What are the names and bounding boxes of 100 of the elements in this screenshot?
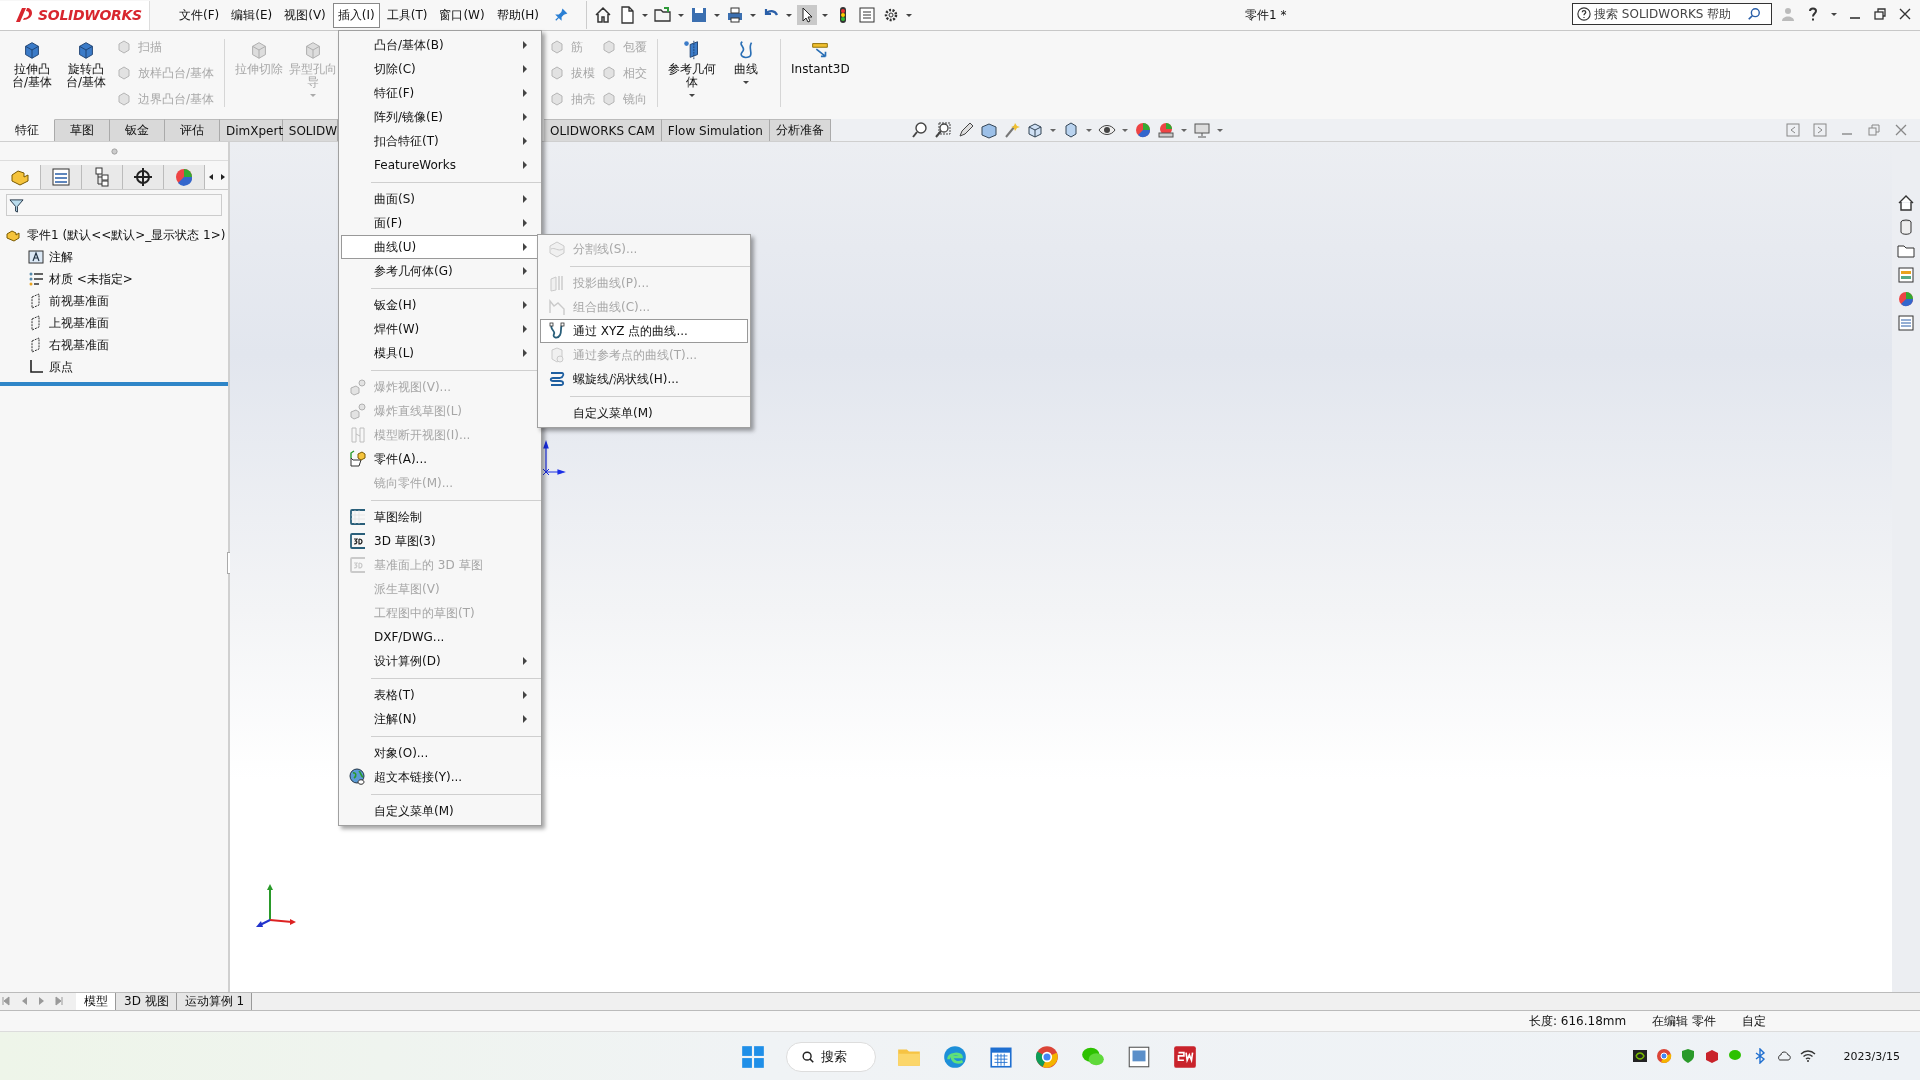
caret-icon[interactable] — [677, 11, 686, 19]
tab[interactable]: 3D 视图 — [116, 993, 177, 1010]
home-icon[interactable] — [1897, 194, 1915, 212]
menu-item[interactable]: 自定义菜单(M) — [341, 799, 539, 823]
tree-item[interactable]: 上视基准面 — [0, 312, 228, 334]
tab[interactable]: 运动算例 1 — [176, 993, 253, 1010]
folder-icon[interactable] — [1897, 242, 1915, 260]
appearance-icon[interactable] — [1897, 290, 1915, 308]
caret-icon[interactable] — [785, 11, 794, 19]
filter-field[interactable] — [6, 194, 222, 216]
menu-item[interactable]: 钣金(H) — [341, 293, 539, 317]
menu-item[interactable]: 草图绘制 — [341, 505, 539, 529]
zoom-area-icon[interactable] — [933, 121, 952, 139]
menu-item[interactable]: 特征(F) — [341, 81, 539, 105]
menu-item[interactable]: 模具(L) — [341, 341, 539, 365]
menu-item[interactable]: FeatureWorks — [341, 153, 539, 177]
menu-item[interactable]: 工具(T) — [381, 2, 433, 28]
menu-item[interactable]: 螺旋线/涡状线(H)... — [540, 367, 748, 391]
caret-icon[interactable] — [1048, 126, 1057, 134]
scene-icon[interactable] — [1156, 121, 1175, 139]
caret-icon[interactable] — [905, 11, 914, 19]
tab[interactable]: 钣金 — [110, 119, 165, 141]
menu-item[interactable]: 帮助(H) — [491, 2, 545, 28]
menu-item[interactable]: DXF/DWG... — [341, 625, 539, 649]
cylinder-icon[interactable] — [1897, 218, 1915, 236]
close-icon[interactable] — [1897, 6, 1913, 22]
restore-icon[interactable] — [1872, 6, 1888, 22]
menu-item[interactable]: 切除(C) — [341, 57, 539, 81]
menu-item[interactable]: 超文本链接(Y)... — [341, 765, 539, 789]
toolbar-button[interactable]: 拉伸凸台/基体 — [8, 39, 56, 89]
menu-item[interactable]: 文件(F) — [174, 2, 225, 28]
pointer-icon[interactable] — [797, 5, 818, 25]
toolbar-button[interactable]: 参考几何体 — [668, 39, 717, 99]
palette-icon[interactable] — [1897, 266, 1915, 284]
appearance-icon[interactable] — [164, 165, 205, 189]
toolbar-button[interactable]: Instant3D — [791, 39, 850, 76]
tab[interactable]: SOLIDW — [282, 119, 338, 141]
menu-item[interactable]: 零件(A)... — [341, 447, 539, 471]
menu-item[interactable]: 凸台/基体(B) — [341, 33, 539, 57]
tree-item[interactable]: 材质 <未指定> — [0, 268, 228, 290]
tree-item[interactable]: 注解 — [0, 246, 228, 268]
menu-item[interactable]: 面(F) — [341, 211, 539, 235]
tab[interactable]: Flow Simulation — [661, 119, 770, 141]
cube-icon[interactable] — [1025, 121, 1044, 139]
box-icon[interactable] — [1703, 1048, 1720, 1064]
menu-item[interactable]: 扣合特征(T) — [341, 129, 539, 153]
menu-item[interactable]: 曲面(S) — [341, 187, 539, 211]
window-icon[interactable] — [1126, 1044, 1152, 1070]
appearance-icon[interactable] — [1133, 121, 1152, 139]
menu-item[interactable]: 设计算例(D) — [341, 649, 539, 673]
menu-item[interactable]: 3D 草图(3) — [341, 529, 539, 553]
browser-icon[interactable] — [942, 1044, 968, 1070]
grip-icon[interactable] — [110, 147, 118, 155]
menu-item[interactable]: 对象(O)... — [341, 741, 539, 765]
pencil-icon[interactable] — [956, 121, 975, 139]
tab[interactable]: OLIDWORKS CAM — [544, 119, 662, 141]
tab[interactable]: 分析准备 — [769, 119, 831, 141]
tree-item[interactable]: 右视基准面 — [0, 334, 228, 356]
help-search-field[interactable]: 搜索 SOLIDWORKS 帮助 — [1572, 3, 1772, 25]
caret-icon[interactable] — [1830, 10, 1838, 18]
caret-icon[interactable] — [749, 11, 758, 19]
caret-icon[interactable] — [1215, 126, 1224, 134]
property-list-icon[interactable] — [41, 165, 82, 189]
tab[interactable]: 模型 — [76, 993, 116, 1010]
tab[interactable]: 草图 — [55, 119, 110, 141]
tile-right-icon[interactable] — [1813, 123, 1827, 137]
menu-item[interactable]: 表格(T) — [341, 683, 539, 707]
caret-icon[interactable] — [821, 11, 830, 19]
tree-item[interactable]: 零件1 (默认<<默认>_显示状态 1>) — [0, 224, 228, 246]
tab[interactable]: DimXpert — [220, 119, 283, 141]
menu-item[interactable]: 窗口(W) — [434, 2, 490, 28]
menu-item[interactable]: 阵列/镜像(E) — [341, 105, 539, 129]
caret-icon[interactable] — [713, 11, 722, 19]
menu-item[interactable]: 自定义菜单(M) — [540, 401, 748, 425]
menu-item[interactable]: 焊件(W) — [341, 317, 539, 341]
menu-item[interactable]: 通过 XYZ 点的曲线... — [540, 319, 748, 343]
list-icon[interactable] — [1897, 314, 1915, 332]
menu-item[interactable]: 视图(V) — [279, 2, 331, 28]
caret-icon[interactable] — [1084, 126, 1093, 134]
units-status[interactable]: 自定 — [1742, 1012, 1766, 1030]
folder-icon[interactable] — [653, 5, 674, 25]
caret-icon[interactable] — [1179, 126, 1188, 134]
cloud-icon[interactable] — [1775, 1048, 1792, 1064]
menu-item[interactable]: 曲线(U) — [341, 235, 539, 259]
app-logo[interactable]: SOLIDWORKS — [0, 0, 150, 30]
menu-item[interactable]: 注解(N) — [341, 707, 539, 731]
shield-icon[interactable] — [1679, 1048, 1696, 1064]
menu-item[interactable]: 参考几何体(G) — [341, 259, 539, 283]
wifi-icon[interactable] — [1799, 1048, 1816, 1064]
caret-icon[interactable] — [641, 11, 650, 19]
taskbar-search[interactable]: 搜索 — [786, 1042, 876, 1072]
section-view-icon[interactable] — [979, 121, 998, 139]
toolbar-button[interactable]: 曲线 — [722, 39, 771, 86]
zoom-icon[interactable] — [910, 121, 929, 139]
tile-left-icon[interactable] — [1786, 123, 1800, 137]
configuration-icon[interactable] — [82, 165, 123, 189]
menu-item[interactable]: 插入(I) — [332, 2, 380, 28]
pin-icon[interactable] — [554, 8, 569, 22]
caret-icon[interactable] — [1120, 126, 1129, 134]
start-icon[interactable] — [740, 1044, 766, 1070]
